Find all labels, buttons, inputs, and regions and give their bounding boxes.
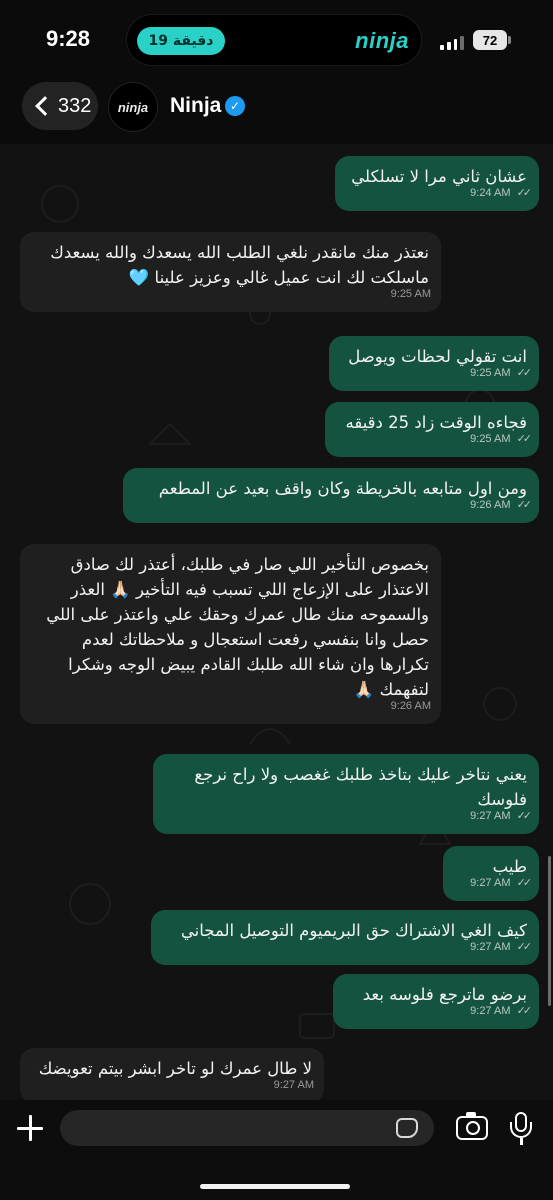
live-activity-timer: 19 دقيقة	[137, 27, 225, 55]
message-bubble[interactable]: نعتذر منك مانقدر نلغي الطلب الله يسعدك و…	[20, 232, 441, 312]
message-meta: 9:27 AM	[274, 1073, 314, 1098]
chevron-left-icon	[35, 96, 55, 116]
message-time: 9:26 AM	[390, 700, 431, 712]
status-bar: 9:28 19 دقيقة ninja 72	[0, 0, 553, 82]
read-receipt-icon: ✓✓	[516, 941, 533, 953]
read-receipt-icon: ✓✓	[516, 187, 533, 199]
message-bubble[interactable]: بخصوص التأخير اللي صار في طلبك، أعتذر لك…	[20, 544, 441, 724]
message-text: لا طال عمرك لو تاخر ابشر بيتم تعويضك	[38, 1059, 312, 1078]
message-meta: 9:26 AM	[391, 694, 431, 719]
message-meta: 9:25 AM ✓✓	[470, 427, 533, 452]
read-receipt-icon: ✓✓	[516, 1005, 533, 1017]
message-bubble[interactable]: برضو ماترجع فلوسه بعد 9:27 AM ✓✓	[333, 974, 539, 1029]
message-time: 9:25 AM	[390, 288, 431, 300]
message-meta: 9:24 AM ✓✓	[470, 181, 533, 206]
contact-name[interactable]: Ninja	[170, 94, 221, 118]
dynamic-island[interactable]: 19 دقيقة ninja	[126, 14, 422, 66]
message-time: 9:27 AM	[470, 877, 511, 889]
unread-count: 332	[58, 94, 92, 117]
message-input[interactable]	[60, 1110, 434, 1146]
message-bubble[interactable]: عشان ثاني مرا لا تسلكلي 9:24 AM ✓✓	[335, 156, 539, 211]
chat-header: 332 ninja Ninja ✓	[0, 82, 553, 144]
message-bubble[interactable]: انت تقولي لحظات ويوصل 9:25 AM ✓✓	[329, 336, 539, 391]
message-time: 9:25 AM	[470, 367, 511, 379]
message-meta: 9:27 AM ✓✓	[470, 999, 533, 1024]
message-bubble[interactable]: طيب 9:27 AM ✓✓	[443, 846, 539, 901]
camera-icon[interactable]	[456, 1112, 488, 1140]
signal-icon	[440, 34, 464, 50]
status-time: 9:28	[46, 26, 91, 51]
microphone-stem	[520, 1138, 523, 1145]
home-indicator[interactable]	[200, 1184, 350, 1189]
message-meta: 9:25 AM ✓✓	[470, 361, 533, 386]
message-meta: 9:25 AM	[391, 282, 431, 307]
chat-area[interactable]: عشان ثاني مرا لا تسلكلي 9:24 AM ✓✓ نعتذر…	[0, 144, 553, 1100]
message-text: نعتذر منك مانقدر نلغي الطلب الله يسعدك و…	[50, 243, 429, 287]
message-text: ومن اول متابعه بالخريطة وكان واقف بعيد ع…	[158, 479, 527, 498]
message-meta: 9:27 AM ✓✓	[470, 804, 533, 829]
read-receipt-icon: ✓✓	[516, 877, 533, 889]
message-bubble[interactable]: يعني نتاخر عليك بتاخذ طلبك غغصب ولا راح …	[153, 754, 539, 834]
live-activity-brand: ninja	[355, 28, 409, 53]
microphone-arc	[510, 1122, 532, 1138]
microphone-icon[interactable]	[508, 1112, 534, 1146]
message-time: 9:27 AM	[273, 1079, 314, 1091]
message-time: 9:27 AM	[470, 941, 511, 953]
message-bubble[interactable]: كيف الغي الاشتراك حق البريميوم التوصيل ا…	[151, 910, 539, 965]
composer-bar	[0, 1100, 553, 1200]
message-bubble[interactable]: فجاءه الوقت زاد 25 دقيقه 9:25 AM ✓✓	[325, 402, 539, 457]
message-meta: 9:26 AM ✓✓	[470, 493, 533, 518]
message-time: 9:26 AM	[470, 499, 511, 511]
message-time: 9:27 AM	[470, 1005, 511, 1017]
message-text: بخصوص التأخير اللي صار في طلبك، أعتذر لك…	[46, 555, 429, 699]
plus-icon[interactable]	[16, 1114, 44, 1142]
message-bubble[interactable]: لا طال عمرك لو تاخر ابشر بيتم تعويضك 9:2…	[20, 1048, 324, 1100]
read-receipt-icon: ✓✓	[516, 499, 533, 511]
message-time: 9:25 AM	[470, 433, 511, 445]
read-receipt-icon: ✓✓	[516, 433, 533, 445]
message-bubble[interactable]: ومن اول متابعه بالخريطة وكان واقف بعيد ع…	[123, 468, 539, 523]
avatar[interactable]: ninja	[108, 82, 158, 132]
back-button[interactable]: 332	[22, 82, 98, 130]
message-time: 9:24 AM	[470, 187, 511, 199]
scrollbar[interactable]	[548, 856, 551, 1006]
battery-tip	[508, 36, 511, 44]
read-receipt-icon: ✓✓	[516, 367, 533, 379]
sticker-icon[interactable]	[396, 1118, 418, 1138]
message-meta: 9:27 AM ✓✓	[470, 935, 533, 960]
verified-badge-icon: ✓	[225, 96, 245, 116]
battery-icon: 72	[473, 30, 507, 50]
message-time: 9:27 AM	[470, 810, 511, 822]
read-receipt-icon: ✓✓	[516, 810, 533, 822]
message-meta: 9:27 AM ✓✓	[470, 871, 533, 896]
